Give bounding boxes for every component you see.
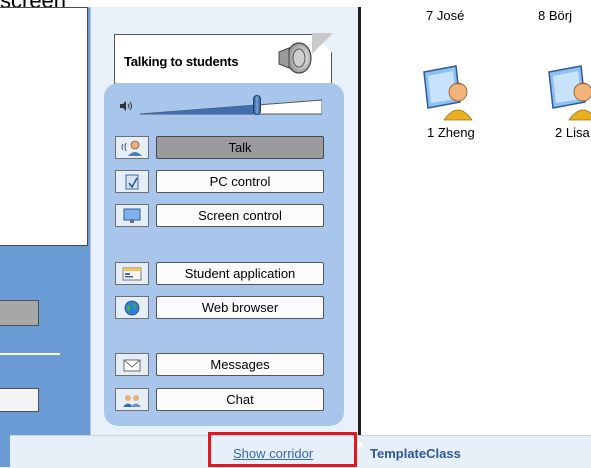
student-name-8: 8 Börj: [538, 8, 572, 23]
student-application-button[interactable]: Student application: [156, 262, 324, 285]
chat-button-icon[interactable]: [115, 388, 149, 411]
talk-button[interactable]: Talk: [156, 136, 324, 159]
classroom-divider: [358, 7, 361, 435]
student-name-2: 2 Lisa: [555, 125, 590, 140]
messages-button-icon[interactable]: [115, 353, 149, 376]
screen-control-icon: [123, 208, 141, 223]
left-white-panel: [0, 7, 88, 246]
speaker-icon: [278, 42, 312, 74]
chat-button[interactable]: Chat: [156, 388, 324, 411]
card-fold-shadow: [312, 33, 333, 54]
chat-icon: [123, 394, 141, 407]
screen-control-button-icon[interactable]: [115, 204, 149, 227]
talk-button-icon[interactable]: [115, 136, 149, 159]
left-grey-button[interactable]: [0, 300, 39, 326]
left-white-button[interactable]: [0, 388, 39, 412]
talking-card-title: Talking to students: [124, 54, 239, 69]
student-name-1: 1 Zheng: [427, 125, 475, 140]
class-tab[interactable]: TemplateClass: [370, 446, 461, 461]
pc-control-button[interactable]: PC control: [156, 170, 324, 193]
pc-control-button-icon[interactable]: [115, 170, 149, 193]
student-application-button-icon[interactable]: [115, 262, 149, 285]
pc-control-icon: [125, 174, 139, 189]
web-browser-button-icon[interactable]: [115, 296, 149, 319]
web-browser-button[interactable]: Web browser: [156, 296, 324, 319]
volume-icon: [120, 101, 132, 111]
student-computer-icon[interactable]: [545, 62, 591, 122]
messages-icon: [123, 359, 141, 371]
left-divider: [0, 353, 60, 355]
show-corridor-link[interactable]: Show corridor: [233, 446, 313, 461]
student-computer-icon[interactable]: [420, 62, 480, 122]
volume-slider[interactable]: [140, 99, 322, 115]
messages-button[interactable]: Messages: [156, 353, 324, 376]
talk-icon: [121, 140, 142, 156]
volume-slider-handle[interactable]: [253, 95, 261, 115]
student-name-7: 7 José: [426, 8, 465, 23]
student-application-icon: [122, 267, 142, 280]
web-browser-icon: [124, 300, 140, 315]
screen-control-button[interactable]: Screen control: [156, 204, 324, 227]
bottom-left-strip: [0, 435, 10, 467]
